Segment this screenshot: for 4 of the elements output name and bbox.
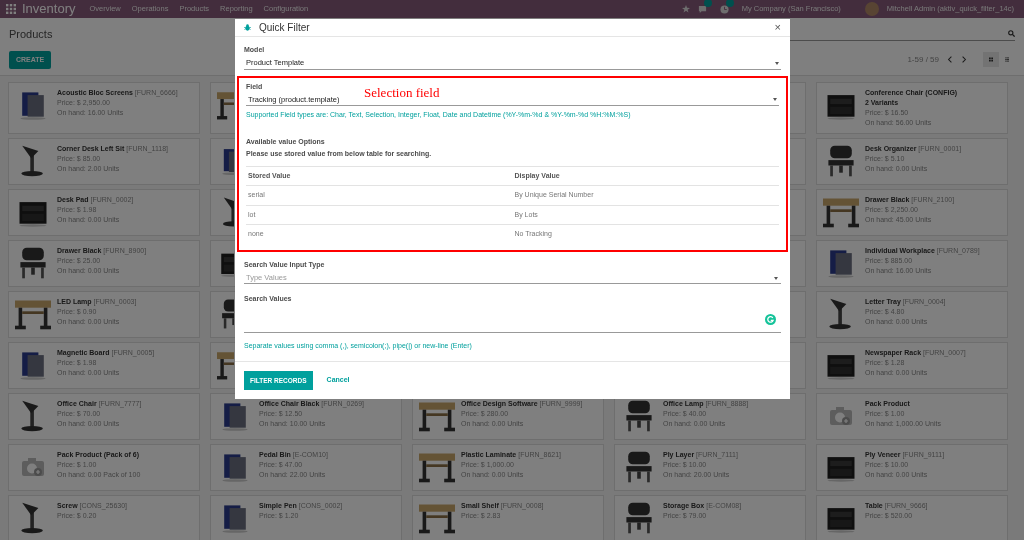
dialog-title: Quick Filter — [259, 21, 310, 35]
page-title: Products — [9, 27, 53, 42]
close-button[interactable]: × — [774, 19, 781, 36]
app-name: Inventory — [22, 0, 76, 19]
